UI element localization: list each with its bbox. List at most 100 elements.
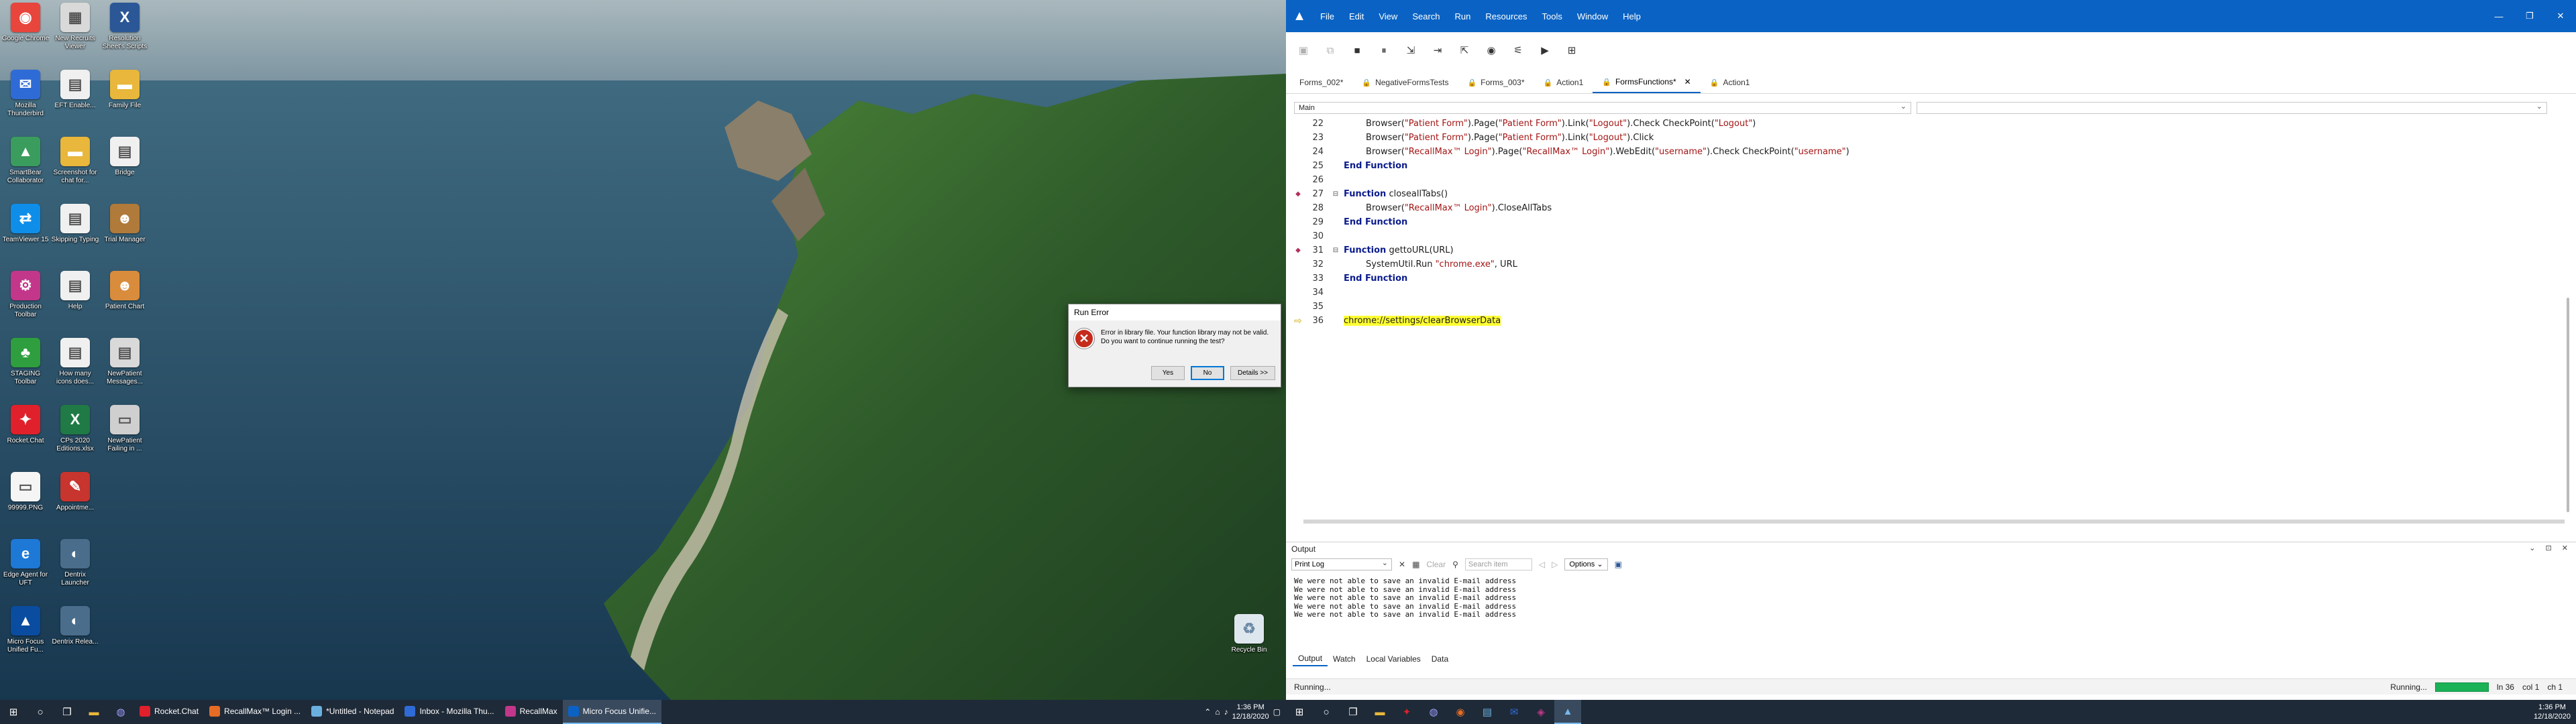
desktop-shortcut[interactable]: ▤ NewPatient Messages... xyxy=(101,338,149,400)
rocketchat-taskbar-button[interactable]: ✦ xyxy=(1393,700,1420,724)
pinned-app-button[interactable]: ◍ xyxy=(1420,700,1447,724)
desktop-shortcut[interactable]: ☻ Trial Manager xyxy=(101,204,149,265)
code-line[interactable]: 35 xyxy=(1286,300,2561,314)
desktop-shortcut[interactable]: ✎ Appointme... xyxy=(51,472,99,534)
search-item-input[interactable]: Search item xyxy=(1464,558,1532,570)
output-tab[interactable]: Output xyxy=(1293,652,1328,666)
step-out-icon[interactable]: ⇱ xyxy=(1451,37,1478,64)
task-view-button[interactable]: ❐ xyxy=(54,700,80,724)
desktop-shortcut[interactable]: ◐ Dentrix Launcher xyxy=(51,539,99,601)
code-line[interactable]: ◆ 31 ⊟ Function gettoURL(URL) xyxy=(1286,243,2561,257)
pause-icon[interactable]: ⏸ xyxy=(1371,37,1397,64)
document-tab[interactable]: 🔒 NegativeFormsTests xyxy=(1352,72,1458,93)
breakpoint-icon[interactable]: ◆ xyxy=(1286,247,1310,254)
yes-button[interactable]: Yes xyxy=(1150,366,1185,380)
step-into-icon[interactable]: ⇲ xyxy=(1397,37,1424,64)
run-options-icon[interactable]: ⚟ xyxy=(1505,37,1532,64)
pinned-app-button[interactable]: ◍ xyxy=(107,700,134,724)
desktop-shortcut[interactable]: ⇄ TeamViewer 15 xyxy=(1,204,50,265)
code-line[interactable]: 26 xyxy=(1286,173,2561,187)
options-button[interactable]: Options ⌄ xyxy=(1564,558,1608,570)
thunderbird-taskbar-button[interactable]: ✉ xyxy=(1501,700,1527,724)
save-log-icon[interactable]: ▣ xyxy=(1615,560,1622,569)
code-line[interactable]: 28 Browser("RecallMax™ Login").CloseAllT… xyxy=(1286,201,2561,215)
code-editor[interactable]: 22 Browser("Patient Form").Page("Patient… xyxy=(1286,117,2567,523)
clear-x-icon[interactable]: ✕ xyxy=(1399,560,1405,569)
search-button[interactable]: ○ xyxy=(1313,700,1340,724)
code-line[interactable]: 32 SystemUtil.Run "chrome.exe", URL xyxy=(1286,257,2561,272)
desktop-shortcut[interactable]: ✉ Mozilla Thunderbird xyxy=(1,70,50,131)
menu-tools[interactable]: Tools xyxy=(1535,0,1570,32)
document-tab[interactable]: 🔒 Action1 xyxy=(1534,72,1593,93)
desktop-shortcut[interactable]: ☻ Patient Chart xyxy=(101,271,149,333)
file-explorer-button[interactable]: ▬ xyxy=(1366,700,1393,724)
desktop-shortcut[interactable]: ▤ Skipping Typing xyxy=(51,204,99,265)
desktop-shortcut[interactable]: X Resolution Sheet's Scripts xyxy=(101,3,149,64)
log-view-icon[interactable]: ▦ xyxy=(1412,560,1419,569)
record-icon[interactable]: ◉ xyxy=(1478,37,1505,64)
step-over-icon[interactable]: ⇥ xyxy=(1424,37,1451,64)
task-view-button[interactable]: ❐ xyxy=(1340,700,1366,724)
desktop-shortcut[interactable]: ⚙ Production Toolbar xyxy=(1,271,50,333)
uft-taskbar-button[interactable]: ▲ xyxy=(1554,700,1581,724)
desktop-shortcut[interactable]: ▭ 99999.PNG xyxy=(1,472,50,534)
clock[interactable]: 1:36 PM 12/18/2020 xyxy=(2534,703,2571,721)
save-all-icon[interactable]: ⧉ xyxy=(1317,37,1344,64)
output-tab[interactable]: Local Variables xyxy=(1361,652,1426,666)
execution-arrow-icon[interactable]: ⇨ xyxy=(1286,316,1310,326)
taskbar-app-button[interactable]: RecallMax™ Login ... xyxy=(204,700,306,724)
menu-file[interactable]: File xyxy=(1313,0,1342,32)
scope-dropdown[interactable]: Main xyxy=(1294,101,1911,114)
horizontal-scrollbar[interactable] xyxy=(1303,520,2565,524)
save-icon[interactable]: ▣ xyxy=(1290,37,1317,64)
member-dropdown[interactable] xyxy=(1917,101,2547,114)
taskbar-app-button[interactable]: Inbox - Mozilla Thu... xyxy=(399,700,499,724)
code-line[interactable]: 25 End Function xyxy=(1286,159,2561,173)
code-line[interactable]: 24 Browser("RecallMax™ Login").Page("Rec… xyxy=(1286,145,2561,159)
document-tab[interactable]: 🔒 Forms_003* xyxy=(1458,72,1534,93)
taskbar-app-button[interactable]: Micro Focus Unifie... xyxy=(562,700,662,724)
next-icon[interactable]: ▷ xyxy=(1552,560,1558,569)
minimize-icon[interactable]: — xyxy=(2483,0,2514,32)
fold-toggle-icon[interactable]: ⊟ xyxy=(1328,247,1344,254)
desktop-shortcut[interactable]: ◉ Google Chrome xyxy=(1,3,50,64)
desktop-shortcut[interactable]: ▬ Screenshot for chat for... xyxy=(51,137,99,198)
menu-window[interactable]: Window xyxy=(1570,0,1615,32)
object-repository-icon[interactable]: ⊞ xyxy=(1558,37,1585,64)
file-explorer-button[interactable]: ▬ xyxy=(80,700,107,724)
desktop-shortcut[interactable]: ▤ Bridge xyxy=(101,137,149,198)
desktop-shortcut[interactable]: ▬ Family File xyxy=(101,70,149,131)
desktop-shortcut[interactable]: X CPs 2020 Editions.xlsx xyxy=(51,405,99,467)
pane-controls[interactable]: ⌄ ⊡ ✕ xyxy=(2529,544,2572,552)
document-tab[interactable]: 🔒 Action1 xyxy=(1701,72,1760,93)
stop-icon[interactable]: ■ xyxy=(1344,37,1371,64)
fold-toggle-icon[interactable]: ⊟ xyxy=(1328,190,1344,198)
code-line[interactable]: 30 xyxy=(1286,229,2561,243)
output-tab[interactable]: Watch xyxy=(1328,652,1361,666)
desktop-shortcut[interactable]: ▤ How many icons does... xyxy=(51,338,99,400)
desktop-shortcut[interactable]: ▦ New Recruits Viewer xyxy=(51,3,99,64)
code-line[interactable]: 29 End Function xyxy=(1286,215,2561,229)
volume-icon[interactable]: ♪ xyxy=(1224,707,1228,717)
recallmax-taskbar-button[interactable]: ◈ xyxy=(1527,700,1554,724)
search-button[interactable]: ○ xyxy=(27,700,54,724)
taskbar-app-button[interactable]: Rocket.Chat xyxy=(134,700,204,724)
code-line[interactable]: 34 xyxy=(1286,286,2561,300)
taskbar-app-button[interactable]: *Untitled - Notepad xyxy=(306,700,399,724)
menu-run[interactable]: Run xyxy=(1448,0,1479,32)
desktop-shortcut[interactable]: ✦ Rocket.Chat xyxy=(1,405,50,467)
desktop-shortcut[interactable]: e Edge Agent for UFT xyxy=(1,539,50,601)
start-button[interactable]: ⊞ xyxy=(1286,700,1313,724)
start-button[interactable]: ⊞ xyxy=(0,700,27,724)
desktop-shortcut[interactable]: ▲ SmartBear Collaborator xyxy=(1,137,50,198)
code-line[interactable]: 23 Browser("Patient Form").Page("Patient… xyxy=(1286,131,2561,145)
desktop-shortcut[interactable]: ▤ EFT Enable... xyxy=(51,70,99,131)
no-button[interactable]: No xyxy=(1190,366,1224,380)
firefox-taskbar-button[interactable]: ◉ xyxy=(1447,700,1474,724)
document-tab[interactable]: Forms_002* xyxy=(1290,72,1352,93)
previous-icon[interactable]: ◁ xyxy=(1539,560,1545,569)
menu-edit[interactable]: Edit xyxy=(1342,0,1371,32)
document-tab[interactable]: 🔒 FormsFunctions* ✕ xyxy=(1593,72,1701,93)
code-line[interactable]: 22 Browser("Patient Form").Page("Patient… xyxy=(1286,117,2561,131)
menu-view[interactable]: View xyxy=(1371,0,1405,32)
